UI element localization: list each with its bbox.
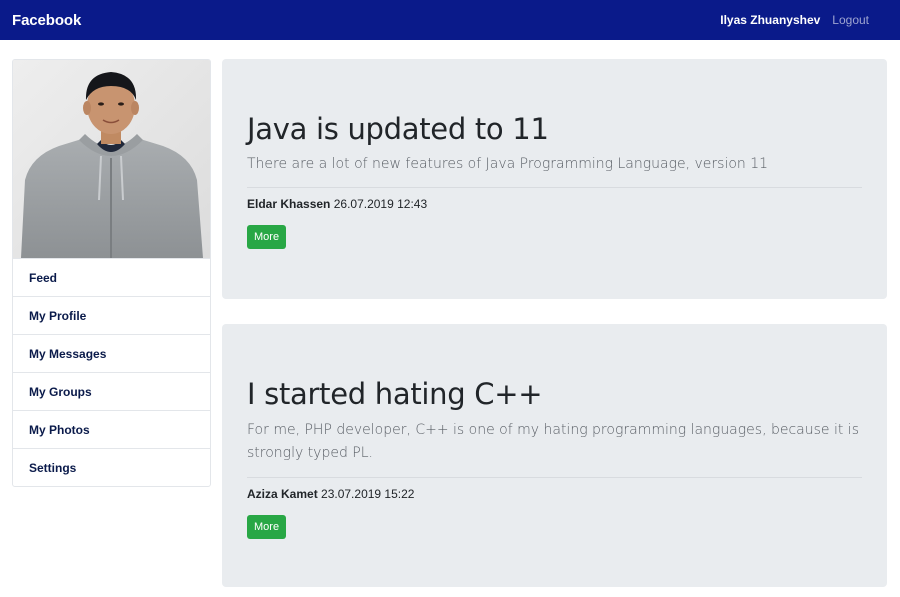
post-card: I started hating C++ For me, PHP develop… [222,324,887,587]
post-date: 26.07.2019 12:43 [333,197,428,211]
more-button[interactable]: More [247,225,287,249]
post-card: Java is updated to 11 There are a lot of… [222,59,887,299]
navbar-right: Ilyas Zhuanyshev Logout [720,13,888,27]
user-name-link[interactable]: Ilyas Zhuanyshev [720,13,820,27]
logout-link[interactable]: Logout [832,13,869,27]
post-author: Aziza Kamet [247,487,318,501]
sidebar-item-settings[interactable]: Settings [13,448,210,486]
sidebar-item-my-photos[interactable]: My Photos [13,410,210,448]
post-meta: Eldar Khassen 26.07.2019 12:43 [247,197,862,211]
post-divider [247,187,862,188]
post-divider [247,477,862,478]
post-lead: There are a lot of new features of Java … [247,156,769,172]
sidebar-item-my-groups[interactable]: My Groups [13,372,210,410]
post-author: Eldar Khassen [247,197,331,211]
post-meta: Aziza Kamet 23.07.2019 15:22 [247,487,862,501]
post-lead: For me, PHP developer, C++ is one of my … [247,422,859,461]
sidebar-item-my-messages[interactable]: My Messages [13,334,210,372]
brand-link[interactable]: Facebook [12,12,81,29]
top-navbar: Facebook Ilyas Zhuanyshev Logout [0,0,900,40]
sidebar-item-feed[interactable]: Feed [13,258,210,296]
more-button[interactable]: More [247,515,287,539]
sidebar-menu: Feed My Profile My Messages My Groups My… [13,258,210,486]
post-title: I started hating C++ [247,377,543,411]
profile-photo [13,60,210,258]
sidebar-item-my-profile[interactable]: My Profile [13,296,210,334]
post-title: Java is updated to 11 [247,112,549,146]
post-date: 23.07.2019 15:22 [321,487,415,501]
sidebar: Feed My Profile My Messages My Groups My… [12,59,211,487]
